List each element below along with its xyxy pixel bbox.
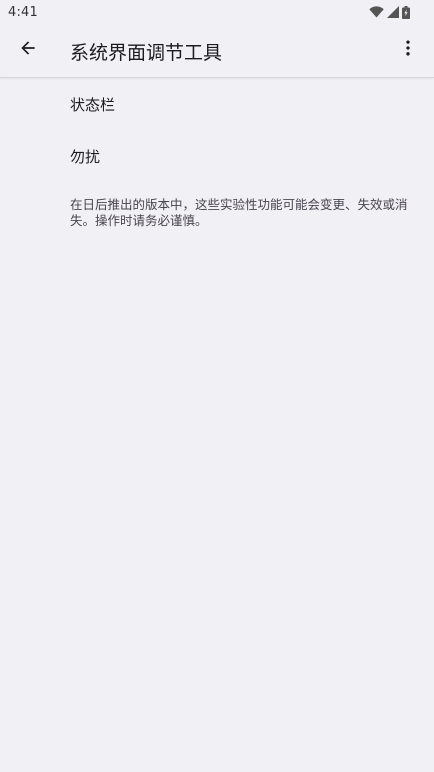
back-button[interactable]	[14, 36, 42, 64]
status-time: 4:41	[8, 4, 38, 20]
arrow-left-icon	[18, 38, 38, 62]
wifi-icon	[369, 6, 384, 18]
list-item-label: 勿扰	[70, 147, 101, 166]
list-item-status-bar[interactable]: 状态栏	[0, 78, 434, 130]
overflow-menu-button[interactable]	[394, 36, 422, 64]
battery-icon	[402, 5, 410, 19]
settings-list: 状态栏 勿扰	[0, 78, 434, 182]
page-title: 系统界面调节工具	[70, 42, 223, 64]
list-item-label: 状态栏	[70, 95, 116, 114]
list-item-do-not-disturb[interactable]: 勿扰	[0, 130, 434, 182]
cellular-signal-icon	[387, 6, 399, 18]
experimental-warning-text: 在日后推出的版本中，这些实验性功能可能会变更、失效或消失。操作时请务必谨慎。	[70, 197, 408, 228]
more-vert-icon	[398, 38, 418, 62]
app-bar: 系统界面调节工具	[0, 24, 434, 78]
status-bar: 4:41	[0, 0, 434, 24]
status-icons	[369, 5, 410, 19]
